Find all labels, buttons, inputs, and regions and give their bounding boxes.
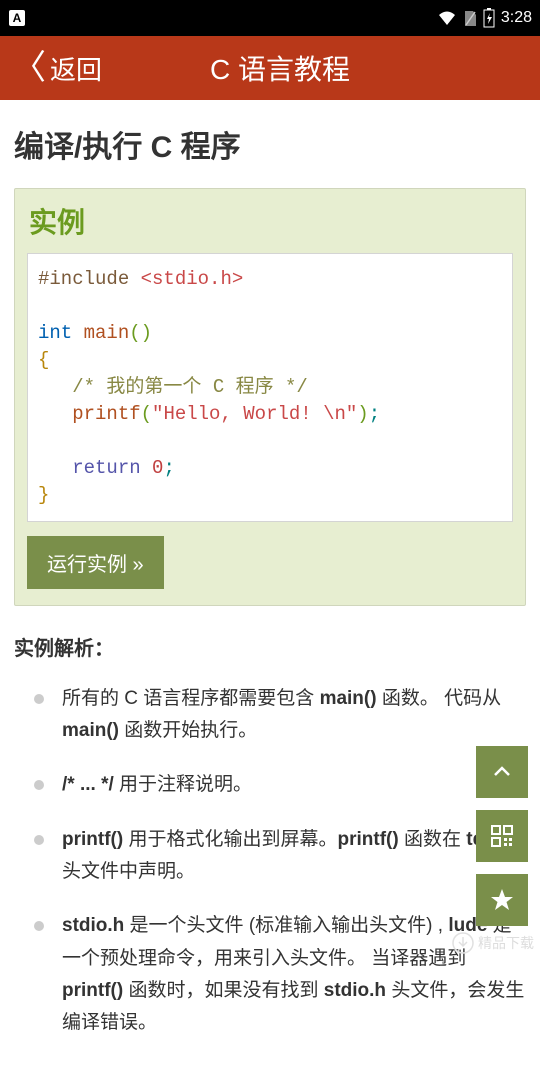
wifi-icon	[437, 10, 457, 26]
watermark: 精品下载	[452, 932, 534, 954]
watermark-icon	[452, 932, 474, 954]
input-method-icon: A	[8, 9, 26, 27]
battery-icon	[483, 8, 495, 28]
list-item: 所有的 C 语言程序都需要包含 main() 函数。 代码从 main() 函数…	[14, 683, 526, 748]
analysis-title: 实例解析：	[14, 632, 526, 661]
qr-button[interactable]	[476, 810, 528, 862]
run-example-button[interactable]: 运行实例 »	[27, 536, 164, 589]
code-block: #include <stdio.h> int main() { /* 我的第一个…	[27, 253, 513, 522]
svg-text:A: A	[13, 11, 22, 25]
floating-buttons	[476, 746, 528, 926]
star-icon	[489, 887, 515, 913]
status-time: 3:28	[501, 9, 532, 27]
page-title: C 语言教程	[32, 48, 528, 88]
sim-icon	[463, 9, 477, 27]
section-title: 编译/执行 C 程序	[14, 122, 526, 166]
scroll-top-button[interactable]	[476, 746, 528, 798]
list-item: /* ... */ 用于注释说明。	[14, 769, 526, 801]
qr-icon	[490, 824, 514, 848]
example-label: 实例	[29, 201, 513, 241]
analysis-list: 所有的 C 语言程序都需要包含 main() 函数。 代码从 main() 函数…	[14, 683, 526, 1040]
list-item: printf() 用于格式化输出到屏幕。printf() 函数在 tdio.h"…	[14, 824, 526, 889]
status-bar: A 3:28	[0, 0, 540, 36]
example-box: 实例 #include <stdio.h> int main() { /* 我的…	[14, 188, 526, 606]
favorite-button[interactable]	[476, 874, 528, 926]
app-bar: 〈 返回 C 语言教程	[0, 36, 540, 100]
list-item: stdio.h 是一个头文件 (标准输入输出头文件) , lude 是一个预处理…	[14, 910, 526, 1039]
chevron-up-icon	[491, 761, 513, 783]
